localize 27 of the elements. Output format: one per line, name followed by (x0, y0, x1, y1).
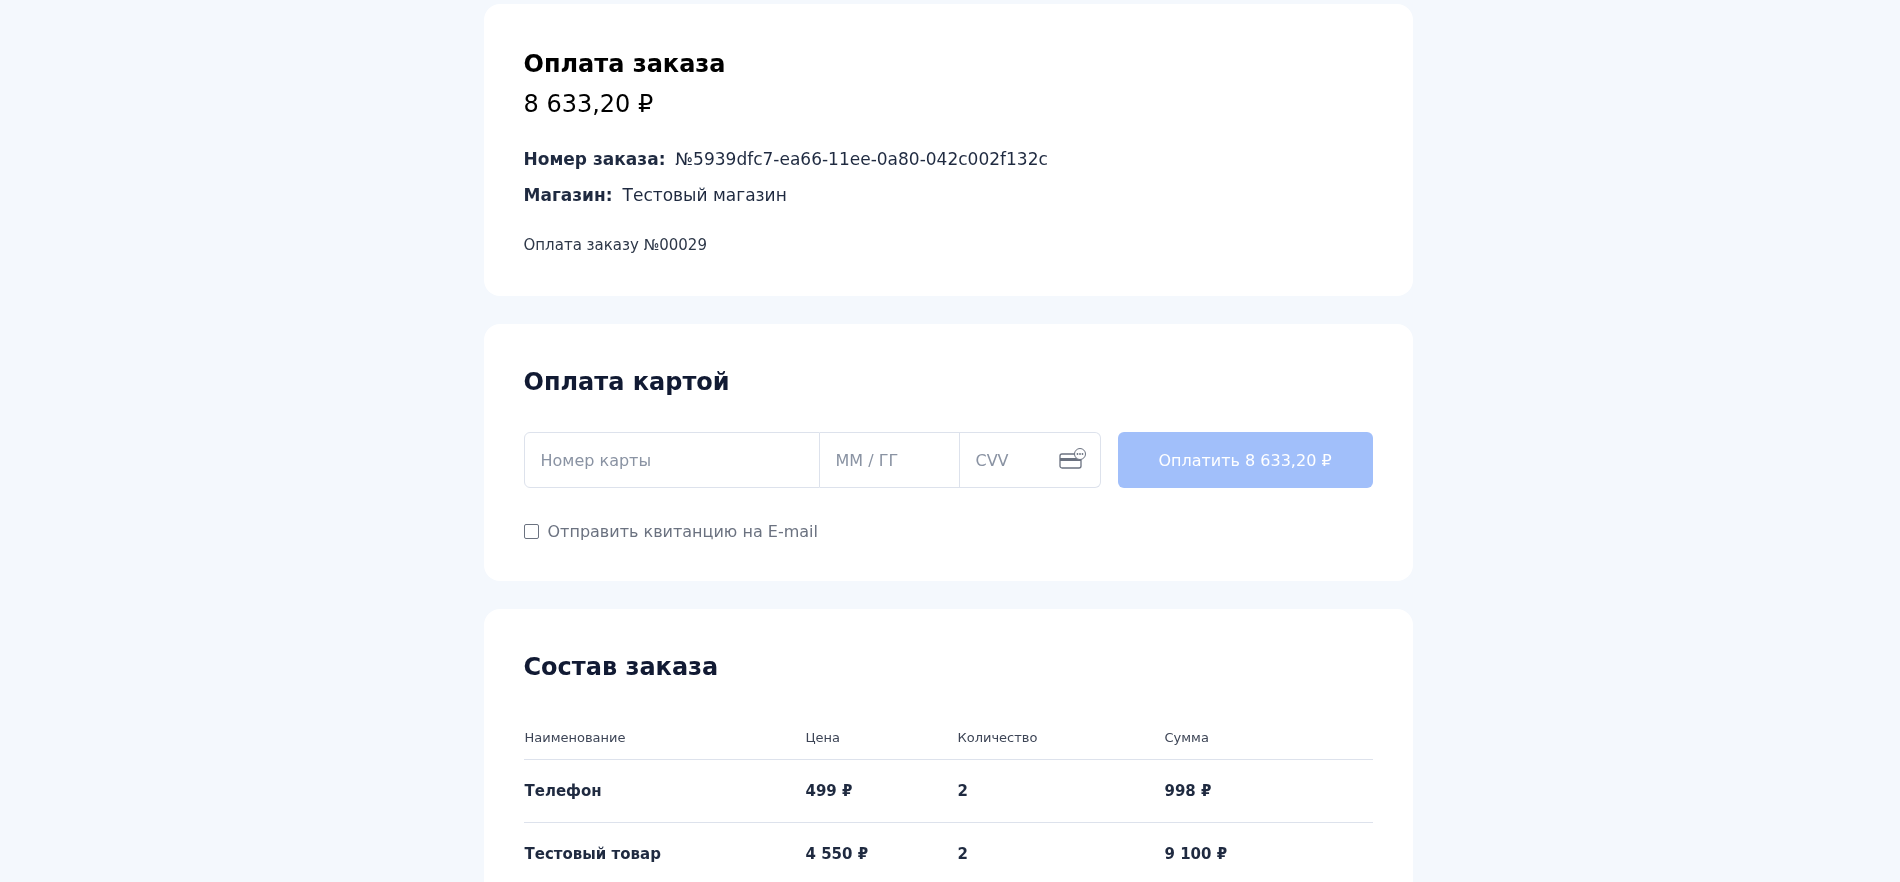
table-cell: 9 100 ₽ (1163, 822, 1373, 882)
table-cell: 499 ₽ (804, 759, 957, 823)
column-header: Сумма (1163, 729, 1373, 760)
table-cell: 4 550 ₽ (804, 822, 957, 882)
email-receipt-checkbox[interactable] (523, 524, 539, 539)
column-header: Количество (956, 729, 1164, 760)
table-cell: 998 ₽ (1163, 759, 1373, 823)
card-payment-title: Оплата картой (523, 368, 731, 396)
table-cell: 2 (956, 759, 1164, 823)
detail-value: Тестовый магазин (622, 184, 787, 206)
order-items-title: Состав заказа (523, 653, 720, 681)
order-amount: 8 633,20 ₽ (523, 90, 655, 118)
card-cvv-icon (1058, 448, 1087, 470)
column-header: Наименование (523, 729, 805, 760)
table-cell: Тестовый товар (523, 822, 805, 882)
card-number-field[interactable]: Номер карты (523, 432, 820, 488)
detail-label: Номер заказа: (523, 148, 666, 170)
expiry-field[interactable]: MM / ГГ (819, 432, 960, 488)
order-description: Оплата заказу №00029 (523, 236, 708, 254)
detail-label: Магазин: (523, 184, 613, 206)
cvv-field[interactable]: CVV (959, 432, 1101, 488)
detail-value: №5939dfc7-ea66-11ee-0a80-042c002f132c (675, 148, 1048, 170)
table-cell: 2 (956, 822, 1164, 882)
column-header: Цена (804, 729, 957, 760)
order-title: Оплата заказа (523, 50, 727, 78)
table-cell: Телефон (523, 759, 805, 823)
email-receipt-label: Отправить квитанцию на E-mail (547, 522, 818, 541)
